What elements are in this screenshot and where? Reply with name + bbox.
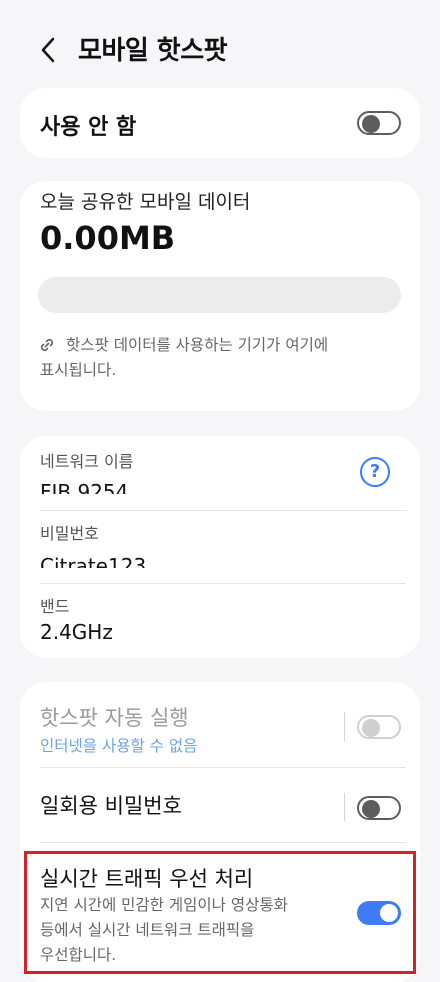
chevron-left-icon: [41, 37, 55, 63]
network-name-value: FIB 9254: [40, 480, 129, 494]
usage-progress-bar: [38, 277, 401, 313]
password-label: 비밀번호: [40, 524, 99, 543]
data-usage-card: 오늘 공유한 모바일 데이터 0.00MB 핫스팟 데이터를 사용하는 기기가 …: [20, 181, 420, 411]
password-row[interactable]: 비밀번호 Citrate123: [20, 511, 420, 583]
toggle-knob: [362, 114, 380, 133]
auto-hotspot-label: 핫스팟 자동 실행: [40, 706, 189, 730]
toggle-knob: [362, 718, 380, 737]
master-switch-row[interactable]: 사용 안 함: [20, 88, 420, 158]
link-icon: [38, 336, 56, 358]
hint-line-2: 표시됩니다.: [40, 361, 117, 379]
band-row[interactable]: 밴드 2.4GHz: [20, 584, 420, 658]
auto-hotspot-row[interactable]: 핫스팟 자동 실행 인터넷을 사용할 수 없음: [20, 682, 420, 766]
network-name-label: 네트워크 이름: [40, 452, 134, 471]
network-name-row[interactable]: 네트워크 이름 FIB 9254 ?: [20, 436, 420, 510]
band-label: 밴드: [40, 597, 70, 616]
vertical-divider: [344, 793, 345, 821]
usage-amount: 0.00MB: [40, 219, 176, 257]
network-info-card: 네트워크 이름 FIB 9254 ? 비밀번호 Citrate123 밴드 2.…: [20, 436, 420, 658]
highlight-box: [24, 851, 416, 974]
back-button[interactable]: [38, 35, 60, 65]
auto-hotspot-sub: 인터넷을 사용할 수 없음: [40, 737, 198, 755]
one-time-password-row[interactable]: 일회용 비밀번호: [20, 768, 420, 842]
usage-label: 오늘 공유한 모바일 데이터: [40, 191, 251, 213]
band-value: 2.4GHz: [40, 620, 113, 644]
password-clip: Citrate123: [40, 548, 240, 568]
help-icon[interactable]: ?: [360, 457, 390, 487]
master-toggle[interactable]: [357, 111, 401, 135]
toggle-knob: [362, 799, 380, 818]
one-time-password-label: 일회용 비밀번호: [40, 794, 182, 818]
auto-hotspot-toggle[interactable]: [357, 715, 401, 739]
vertical-divider: [344, 712, 345, 742]
page-title: 모바일 핫스팟: [78, 36, 228, 66]
one-time-password-toggle[interactable]: [357, 796, 401, 820]
network-name-clip: FIB 9254: [40, 474, 240, 494]
password-value: Citrate123: [40, 554, 147, 568]
hint-line-1: 핫스팟 데이터를 사용하는 기기가 여기에: [66, 336, 329, 354]
master-switch-label: 사용 안 함: [40, 115, 137, 140]
